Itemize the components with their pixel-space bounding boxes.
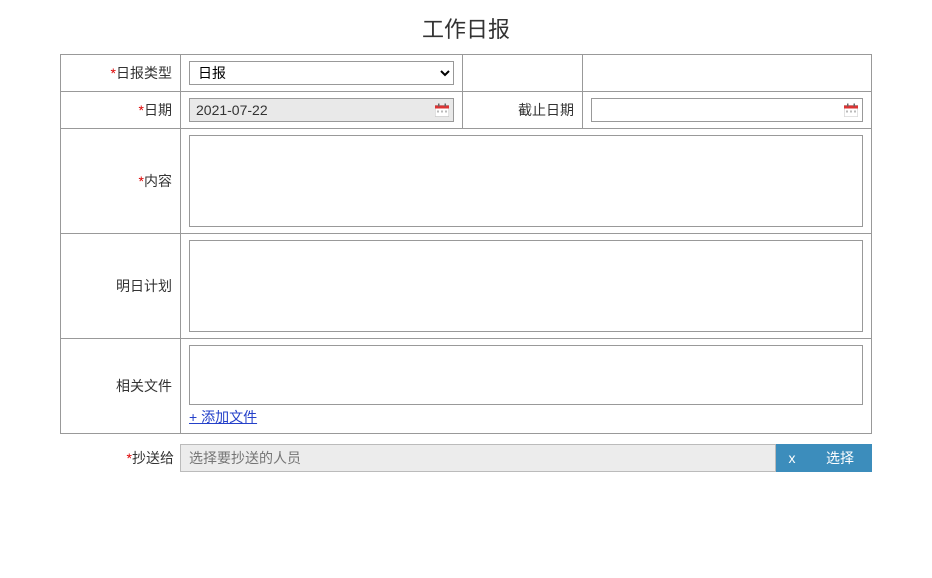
cc-row: *抄送给 x 选择 xyxy=(60,444,872,472)
field-tomorrow-plan xyxy=(181,234,872,339)
field-due-date xyxy=(583,92,872,129)
label-related-files: 相关文件 xyxy=(61,339,181,434)
due-date-input-wrap[interactable] xyxy=(591,98,863,122)
label-tomorrow-plan-text: 明日计划 xyxy=(116,278,172,294)
label-cc-text: 抄送给 xyxy=(132,450,174,466)
calendar-icon[interactable] xyxy=(435,104,449,117)
cc-input[interactable] xyxy=(180,444,776,472)
date-input[interactable] xyxy=(196,99,429,121)
label-due-date-text: 截止日期 xyxy=(518,102,574,118)
field-related-files: + 添加文件 xyxy=(181,339,872,434)
add-file-link[interactable]: + 添加文件 xyxy=(189,407,257,427)
page-title: 工作日报 xyxy=(60,12,872,44)
tomorrow-plan-textarea[interactable] xyxy=(189,240,863,332)
label-date-text: 日期 xyxy=(144,102,172,118)
field-content xyxy=(181,129,872,234)
empty-cell xyxy=(583,55,872,92)
cc-clear-button[interactable]: x xyxy=(776,444,808,472)
label-report-type-text: 日报类型 xyxy=(116,65,172,81)
label-tomorrow-plan: 明日计划 xyxy=(61,234,181,339)
file-list-box xyxy=(189,345,863,405)
label-cc: *抄送给 xyxy=(100,448,180,468)
field-report-type: 日报 xyxy=(181,55,463,92)
label-content: *内容 xyxy=(61,129,181,234)
field-date xyxy=(181,92,463,129)
label-content-text: 内容 xyxy=(144,173,172,189)
report-type-select[interactable]: 日报 xyxy=(189,61,454,85)
form-table: *日报类型 日报 *日期 xyxy=(60,54,872,434)
cc-select-button[interactable]: 选择 xyxy=(808,444,872,472)
date-input-wrap[interactable] xyxy=(189,98,454,122)
empty-cell xyxy=(463,55,583,92)
label-date: *日期 xyxy=(61,92,181,129)
label-report-type: *日报类型 xyxy=(61,55,181,92)
label-related-files-text: 相关文件 xyxy=(116,378,172,394)
calendar-icon[interactable] xyxy=(844,104,858,117)
due-date-input[interactable] xyxy=(598,99,838,121)
cc-input-group: x 选择 xyxy=(180,444,872,472)
content-textarea[interactable] xyxy=(189,135,863,227)
label-due-date: 截止日期 xyxy=(463,92,583,129)
